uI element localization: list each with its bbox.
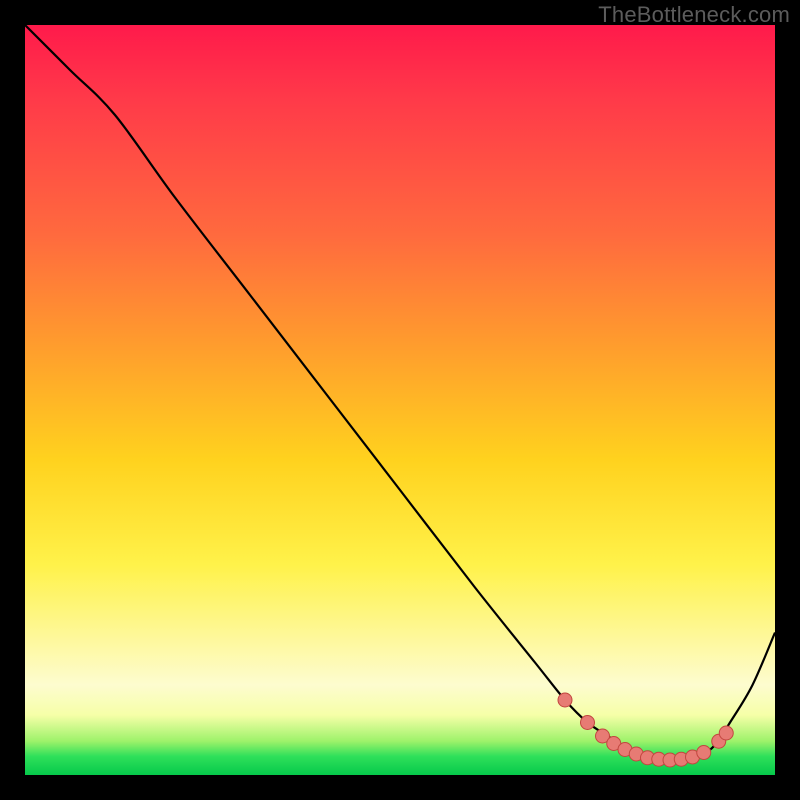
curve-marker: [581, 716, 595, 730]
curve-marker: [712, 734, 726, 748]
bottleneck-curve: [25, 25, 775, 775]
curve-marker: [558, 693, 572, 707]
plot-area: [25, 25, 775, 775]
curve-marker: [719, 726, 733, 740]
curve-marker: [618, 743, 632, 757]
chart-stage: TheBottleneck.com: [0, 0, 800, 800]
attribution-text: TheBottleneck.com: [598, 2, 790, 28]
curve-marker: [607, 737, 621, 751]
curve-marker: [596, 729, 610, 743]
curve-markers: [558, 693, 733, 767]
curve-marker: [686, 750, 700, 764]
curve-marker: [641, 751, 655, 765]
curve-marker: [652, 752, 666, 766]
curve-marker: [663, 753, 677, 767]
curve-line: [25, 25, 775, 760]
curve-marker: [629, 747, 643, 761]
curve-marker: [697, 746, 711, 760]
curve-marker: [674, 752, 688, 766]
